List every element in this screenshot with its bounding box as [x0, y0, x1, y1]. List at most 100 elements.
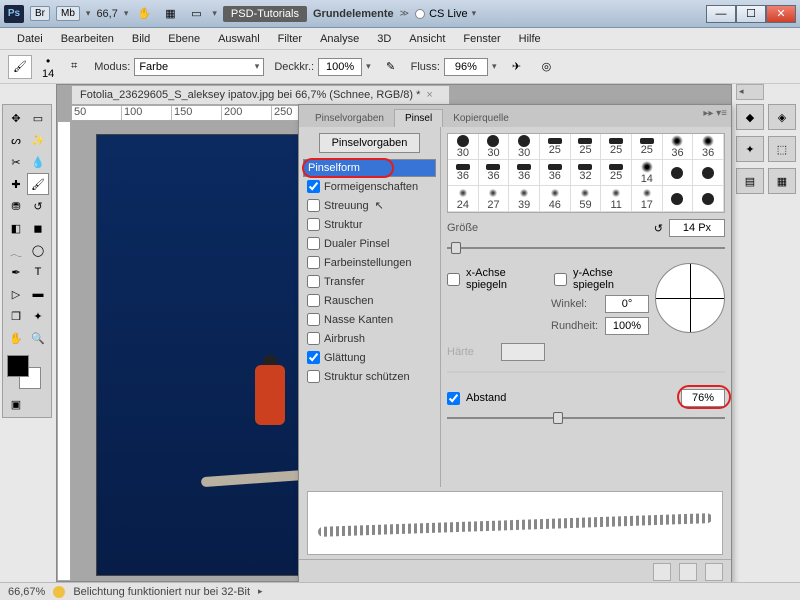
- panel-icon-c[interactable]: ▤: [736, 168, 764, 194]
- 3d-tool[interactable]: ❒: [5, 305, 27, 327]
- brush-tip[interactable]: 30: [479, 134, 510, 160]
- blend-mode-select[interactable]: Farbe▾: [134, 58, 264, 76]
- opt-scattering[interactable]: Streuung↖: [303, 196, 436, 215]
- tab-brush[interactable]: Pinsel: [394, 109, 443, 127]
- brush-tip[interactable]: [663, 160, 694, 186]
- airbrush-toggle-icon[interactable]: ✈: [506, 57, 526, 77]
- zoom-display[interactable]: 66,7: [96, 8, 117, 20]
- grid-icon[interactable]: ▦: [160, 4, 180, 24]
- window-maximize-button[interactable]: ☐: [736, 5, 766, 23]
- flow-dropdown-icon[interactable]: ▾: [492, 61, 497, 72]
- brush-tip[interactable]: [693, 160, 724, 186]
- canvas[interactable]: [97, 135, 317, 575]
- menu-analyse[interactable]: Analyse: [311, 31, 368, 47]
- menu-filter[interactable]: Filter: [269, 31, 311, 47]
- tool-preset-button[interactable]: 🖌: [8, 55, 32, 79]
- chk-dual-brush[interactable]: [307, 237, 320, 250]
- window-minimize-button[interactable]: —: [706, 5, 736, 23]
- size-reset-icon[interactable]: ↺: [654, 222, 663, 235]
- roundness-input[interactable]: 100%: [605, 317, 649, 335]
- size-input[interactable]: 14 Px: [669, 219, 725, 237]
- opt-airbrush[interactable]: Airbrush: [303, 329, 436, 348]
- spacing-slider[interactable]: [447, 411, 725, 425]
- brush-tip[interactable]: 11: [601, 186, 632, 212]
- history-dropdown-icon[interactable]: ▾: [86, 8, 91, 19]
- right-collapsed-panel[interactable]: ◂: [736, 84, 764, 100]
- dodge-tool[interactable]: ◯: [27, 239, 49, 261]
- opt-tip-shape[interactable]: Pinselform: [303, 159, 436, 177]
- bridge-button[interactable]: Br: [30, 6, 50, 21]
- menu-hilfe[interactable]: Hilfe: [510, 31, 550, 47]
- move-tool[interactable]: ✥: [5, 107, 27, 129]
- delete-brush-icon[interactable]: [705, 563, 723, 581]
- brush-tip[interactable]: 14: [632, 160, 663, 186]
- brush-tip[interactable]: 30: [448, 134, 479, 160]
- menu-datei[interactable]: Datei: [8, 31, 52, 47]
- marquee-tool[interactable]: ▭: [27, 107, 49, 129]
- flow-input[interactable]: 96%: [444, 58, 488, 76]
- tab-clone-source[interactable]: Kopierquelle: [443, 110, 519, 127]
- menu-fenster[interactable]: Fenster: [454, 31, 509, 47]
- menu-bild[interactable]: Bild: [123, 31, 159, 47]
- brush-presets-button[interactable]: Pinselvorgaben: [319, 133, 421, 153]
- panel-icon-f[interactable]: ▦: [768, 168, 796, 194]
- stamp-tool[interactable]: ⛃: [5, 195, 27, 217]
- wand-tool[interactable]: ✨: [27, 129, 49, 151]
- chk-wet-edges[interactable]: [307, 313, 320, 326]
- spacing-input[interactable]: 76%: [681, 389, 725, 407]
- heal-tool[interactable]: ✚: [5, 173, 27, 195]
- foreground-color-swatch[interactable]: [7, 355, 29, 377]
- chk-spacing[interactable]: [447, 392, 460, 405]
- window-close-button[interactable]: ✕: [766, 5, 796, 23]
- screenmode-dropdown-icon[interactable]: ▾: [212, 8, 217, 19]
- brush-tip[interactable]: 32: [571, 160, 602, 186]
- panel-icon-b[interactable]: ✦: [736, 136, 764, 162]
- document-tab[interactable]: Fotolia_23629605_S_aleksey ipatov.jpg be…: [71, 85, 450, 105]
- brush-tip[interactable]: [693, 186, 724, 212]
- brush-tool[interactable]: 🖌: [27, 173, 49, 195]
- brush-tip-grid[interactable]: 30303025252525363636363636322514 2427394…: [447, 133, 725, 213]
- pen-tool[interactable]: ✒: [5, 261, 27, 283]
- blur-tool[interactable]: 𓂃: [5, 239, 27, 261]
- lasso-tool[interactable]: ᔕ: [5, 129, 27, 151]
- menu-ansicht[interactable]: Ansicht: [400, 31, 454, 47]
- brush-tip[interactable]: 25: [632, 134, 663, 160]
- hand-tool[interactable]: ✋: [5, 327, 27, 349]
- brush-tip[interactable]: 36: [479, 160, 510, 186]
- brush-tip[interactable]: 36: [509, 160, 540, 186]
- brush-tip[interactable]: 25: [601, 160, 632, 186]
- angle-input[interactable]: 0°: [605, 295, 649, 313]
- opt-texture[interactable]: Struktur: [303, 215, 436, 234]
- workspace-tag[interactable]: PSD-Tutorials: [223, 6, 307, 22]
- hand-tool-icon[interactable]: ✋: [134, 4, 154, 24]
- brush-tip[interactable]: 25: [571, 134, 602, 160]
- chk-color-dynamics[interactable]: [307, 256, 320, 269]
- chk-scattering[interactable]: [307, 199, 320, 212]
- opt-protect-texture[interactable]: Struktur schützen: [303, 367, 436, 386]
- brush-tip[interactable]: 36: [448, 160, 479, 186]
- opacity-input[interactable]: 100%: [318, 58, 362, 76]
- opt-color-dynamics[interactable]: Farbeinstellungen: [303, 253, 436, 272]
- brush-tip[interactable]: 17: [632, 186, 663, 212]
- chk-airbrush[interactable]: [307, 332, 320, 345]
- opt-wet-edges[interactable]: Nasse Kanten: [303, 310, 436, 329]
- color-swatches[interactable]: [5, 353, 49, 393]
- panel-icon-d[interactable]: ◈: [768, 104, 796, 130]
- chk-smoothing[interactable]: [307, 351, 320, 364]
- quickmask-toggle[interactable]: ▣: [5, 393, 27, 415]
- type-tool[interactable]: T: [27, 261, 49, 283]
- history-brush-tool[interactable]: ↺: [27, 195, 49, 217]
- tab-brush-presets[interactable]: Pinselvorgaben: [305, 110, 394, 127]
- minibridge-button[interactable]: Mb: [56, 6, 80, 21]
- workspace-name[interactable]: Grundelemente: [313, 8, 394, 20]
- workspace-more-icon[interactable]: ≫: [400, 8, 409, 19]
- shape-tool[interactable]: ▬: [27, 283, 49, 305]
- opt-dual-brush[interactable]: Dualer Pinsel: [303, 234, 436, 253]
- status-zoom[interactable]: 66,67%: [8, 586, 45, 598]
- brush-tip[interactable]: 59: [571, 186, 602, 212]
- brush-tip[interactable]: 30: [509, 134, 540, 160]
- brush-tip[interactable]: 46: [540, 186, 571, 212]
- brush-tip[interactable]: 36: [540, 160, 571, 186]
- brush-tip[interactable]: 25: [601, 134, 632, 160]
- brush-tip[interactable]: 25: [540, 134, 571, 160]
